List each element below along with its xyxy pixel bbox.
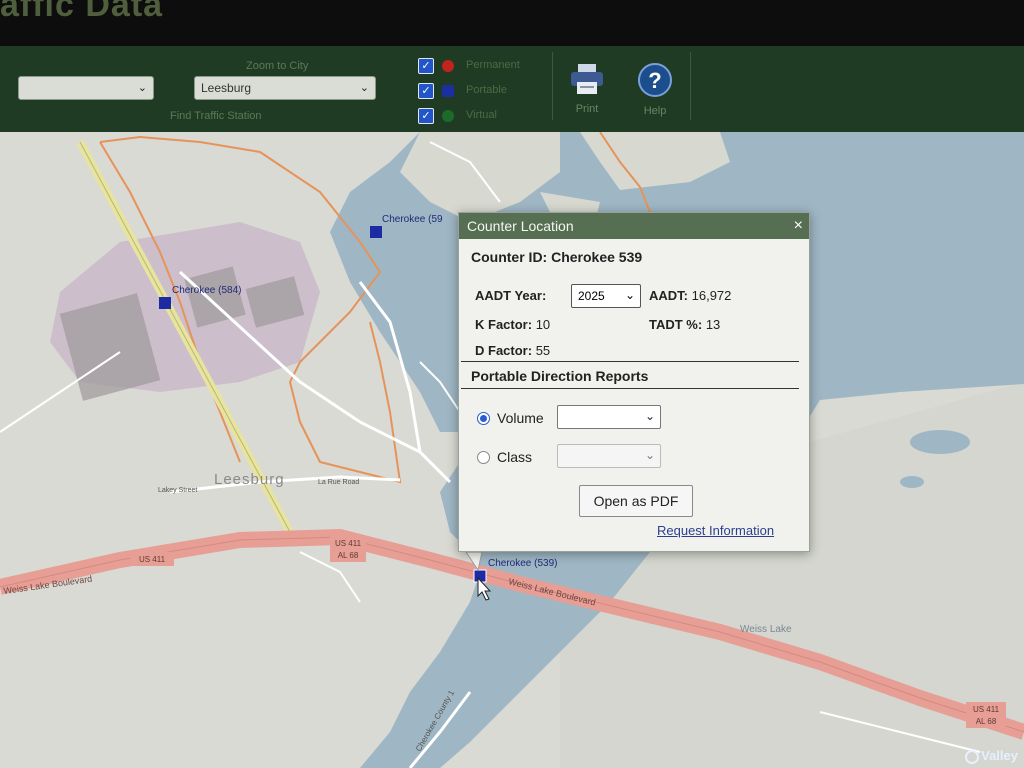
- map-label-la-rue-road: La Rue Road: [318, 479, 359, 486]
- class-radio[interactable]: [477, 451, 490, 464]
- popup-header: Counter Location ×: [459, 213, 809, 239]
- watermark-text: Valley: [981, 748, 1018, 764]
- print-label: Print: [575, 103, 599, 115]
- d-factor-label: D Factor:: [475, 343, 533, 358]
- county-select[interactable]: ⌄: [18, 76, 154, 100]
- volume-radio[interactable]: [477, 412, 490, 425]
- aadt-year-select[interactable]: 2025 ⌄: [571, 284, 641, 308]
- counter-marker[interactable]: [370, 226, 382, 238]
- open-pdf-button[interactable]: Open as PDF: [579, 485, 693, 517]
- watermark: Valley: [965, 748, 1018, 764]
- map-label-us411: US 411: [973, 705, 1000, 714]
- counter-id-label: Counter ID:: [471, 249, 548, 265]
- map-label-al68: AL 68: [976, 717, 997, 726]
- watermark-logo-icon: [965, 750, 980, 764]
- help-button[interactable]: ? Help: [634, 62, 676, 117]
- map-label-us411: US 411: [335, 539, 362, 548]
- tadt-value: 13: [705, 317, 721, 332]
- zoom-to-city-label: Zoom to City: [246, 60, 309, 72]
- map-label-weiss-lake: Weiss Lake: [740, 624, 792, 635]
- counter-label: Cherokee (59: [382, 214, 443, 225]
- tadt-row: TADT %: 13: [649, 317, 720, 332]
- legend-portable-label: Portable: [466, 84, 507, 96]
- chevron-down-icon: ⌄: [359, 82, 369, 94]
- city-select-value: Leesburg: [201, 81, 252, 95]
- help-label: Help: [643, 105, 667, 117]
- svg-text:?: ?: [648, 68, 661, 93]
- class-select[interactable]: ⌄: [557, 444, 661, 468]
- app-title: affic Data: [0, 0, 164, 24]
- k-factor-row: K Factor: 10: [475, 317, 550, 332]
- k-factor-label: K Factor:: [475, 317, 533, 332]
- request-information-link[interactable]: Request Information: [657, 523, 774, 538]
- toolbar-divider: [690, 52, 691, 120]
- permanent-dot-icon: [442, 60, 454, 72]
- counter-label: Cherokee (584): [172, 285, 241, 296]
- city-select[interactable]: Leesburg ⌄: [194, 76, 376, 100]
- portable-square-icon: [442, 85, 454, 97]
- chevron-down-icon: ⌄: [624, 288, 635, 302]
- aadt-row: AADT: 16,972: [649, 288, 731, 303]
- aadt-year-value: 2025: [578, 289, 605, 303]
- virtual-checkbox[interactable]: ✓: [418, 108, 434, 124]
- close-icon[interactable]: ×: [794, 213, 803, 239]
- find-station-label: Find Traffic Station: [170, 110, 262, 122]
- volume-select[interactable]: ⌄: [557, 405, 661, 429]
- permanent-checkbox[interactable]: ✓: [418, 58, 434, 74]
- virtual-dot-icon: [442, 110, 454, 122]
- counter-id-row: Counter ID: Cherokee 539: [471, 249, 642, 265]
- aadt-year-label: AADT Year:: [475, 288, 547, 303]
- map-label-al68: AL 68: [338, 551, 359, 560]
- counter-location-popup: Counter Location × Counter ID: Cherokee …: [458, 212, 810, 552]
- aadt-value: 16,972: [691, 288, 732, 303]
- divider: [461, 361, 799, 362]
- aadt-label: AADT:: [649, 288, 688, 303]
- toolbar-divider: [552, 52, 553, 120]
- divider: [461, 388, 799, 389]
- counter-label: Cherokee (539): [488, 558, 557, 569]
- print-button[interactable]: Print: [566, 62, 608, 115]
- d-factor-value: 55: [535, 343, 551, 358]
- reports-heading: Portable Direction Reports: [471, 368, 649, 384]
- chevron-down-icon: ⌄: [644, 448, 655, 462]
- counter-id-value: Cherokee 539: [551, 249, 643, 265]
- map-label-lakey-street: Lakey Street: [158, 487, 197, 494]
- counter-marker[interactable]: [159, 297, 171, 309]
- portable-checkbox[interactable]: ✓: [418, 83, 434, 99]
- legend-permanent-label: Permanent: [466, 59, 520, 71]
- printer-icon: [571, 64, 603, 94]
- toolbar: ⌄ Zoom to City Leesburg ⌄ Find Traffic S…: [0, 46, 1024, 132]
- city-label: Leesburg: [214, 471, 285, 488]
- class-label: Class: [497, 449, 533, 465]
- help-icon: ?: [638, 63, 672, 97]
- volume-label: Volume: [497, 410, 544, 426]
- chevron-down-icon: ⌄: [137, 82, 147, 94]
- d-factor-row: D Factor: 55: [475, 343, 550, 358]
- map-label-us411: US 411: [139, 555, 166, 564]
- chevron-down-icon: ⌄: [644, 409, 655, 423]
- popup-title: Counter Location: [467, 218, 574, 234]
- tadt-label: TADT %:: [649, 317, 703, 332]
- k-factor-value: 10: [535, 317, 551, 332]
- legend-virtual-label: Virtual: [466, 109, 497, 121]
